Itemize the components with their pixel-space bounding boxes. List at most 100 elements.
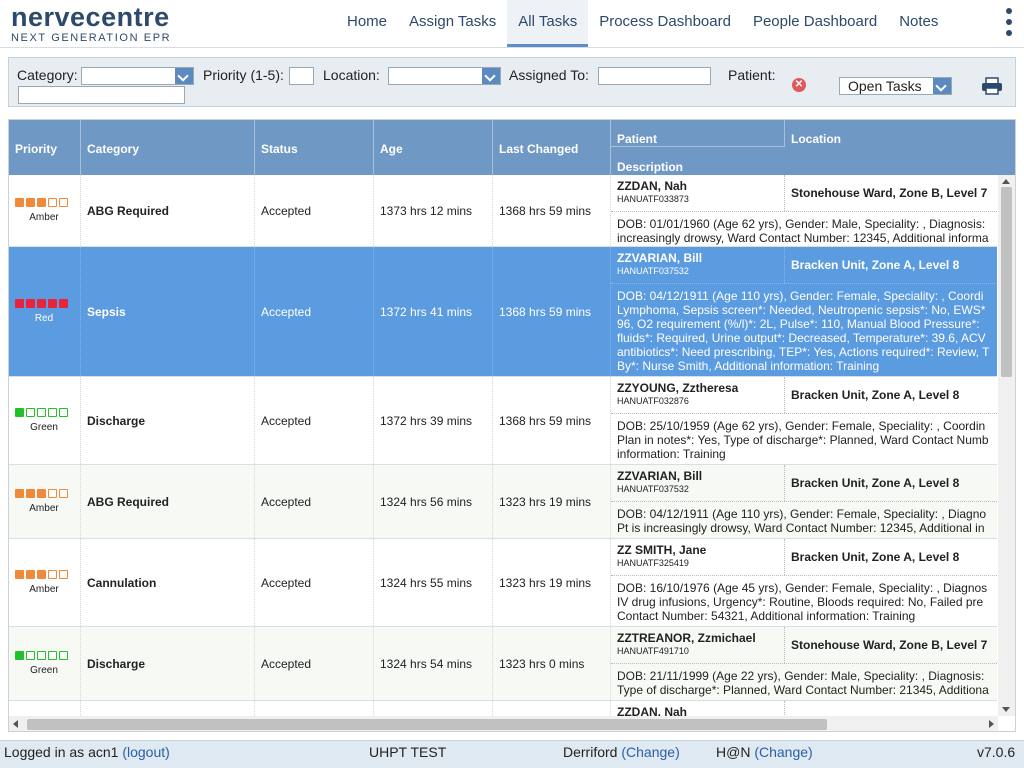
patient-id: HANUATF037532 <box>617 266 689 276</box>
clear-filters-icon[interactable]: ✕ <box>792 78 806 92</box>
priority-label: Green <box>30 422 58 433</box>
priority-square <box>37 408 46 417</box>
location-text: Bracken Unit, Zone A, Level 8 <box>791 388 960 402</box>
col-patient[interactable]: Patient <box>611 120 785 147</box>
priority-square <box>15 299 24 308</box>
assigned-to-input[interactable] <box>598 67 711 85</box>
table-row[interactable]: Amber ABG Required Accepted 1324 hrs 56 min… <box>9 465 997 539</box>
description-line: Pt is increasingly drowsy, Ward Contact … <box>617 521 985 535</box>
description-line: information: Training <box>617 447 726 461</box>
priority-square <box>59 408 68 417</box>
description-cell: DOB: 01/01/1960 (Age 62 yrs), Gender: Ma… <box>611 211 997 246</box>
patient-block: ZZDAN, Nah HANUATF033873 Stonehouse Ward, … <box>611 175 997 246</box>
priority-square <box>37 651 46 660</box>
age-cell: 1324 hrs 55 mins <box>374 539 493 626</box>
logo-sub-text: NEXT GENERATION EPR <box>11 32 172 44</box>
last-changed-text: 1368 hrs 59 mins <box>499 204 592 218</box>
status-cell: Accepted <box>255 377 374 464</box>
age-text: 1372 hrs 41 mins <box>380 305 473 319</box>
priority-label: Priority (1-5): <box>203 67 284 83</box>
category-select[interactable] <box>81 67 194 85</box>
patient-input[interactable] <box>18 86 185 104</box>
category-text: ABG Required <box>87 204 170 218</box>
priority-square <box>15 408 24 417</box>
app-header: nervecentre NEXT GENERATION EPR Home Ass… <box>0 0 1024 48</box>
filter-bar: Category: Priority (1-5): Location: Assi… <box>8 57 1016 107</box>
priority-indicator <box>15 299 75 309</box>
last-changed-text: 1368 hrs 59 mins <box>499 305 592 319</box>
category-cell: Discharge <box>81 627 255 700</box>
nav-assign-tasks[interactable]: Assign Tasks <box>398 0 507 47</box>
more-menu-icon[interactable] <box>1002 6 1016 38</box>
priority-indicator <box>15 198 75 208</box>
priority-square <box>59 489 68 498</box>
status-text: Accepted <box>261 657 312 671</box>
priority-square <box>37 570 46 579</box>
nav-notes[interactable]: Notes <box>888 0 949 47</box>
logo-main-text: nervecentre <box>11 2 170 32</box>
patient-name: ZZTREANOR, Zzmichael <box>617 631 756 645</box>
chevron-down-icon <box>175 68 193 84</box>
category-label: Category: <box>17 67 78 83</box>
table-row[interactable]: Green Discharge Accepted 1372 hrs 39 mins 13… <box>9 377 997 465</box>
print-icon[interactable] <box>981 77 1003 95</box>
horizontal-scrollbar[interactable] <box>9 716 998 731</box>
col-description[interactable]: Description <box>611 147 1015 175</box>
nav-all-tasks[interactable]: All Tasks <box>507 0 589 47</box>
priority-input[interactable] <box>289 67 314 85</box>
nav-people-dashboard[interactable]: People Dashboard <box>742 0 888 47</box>
description-line: IV drug infusions, Urgency*: Routine, Bl… <box>617 595 984 609</box>
nav-process-dashboard[interactable]: Process Dashboard <box>588 0 742 47</box>
logout-link[interactable]: (logout) <box>122 744 169 760</box>
age-cell: 1324 hrs 56 mins <box>374 465 493 538</box>
category-cell: Sepsis <box>81 247 255 376</box>
last-changed-text: 1323 hrs 0 mins <box>499 657 585 671</box>
description-line: DOB: 01/01/1960 (Age 62 yrs), Gender: Ma… <box>617 217 986 231</box>
location-select[interactable] <box>388 67 501 85</box>
description-line: Plan in notes*: Yes, Type of discharge*:… <box>617 433 989 447</box>
table-row[interactable]: Amber ABG Required Accepted 1373 hrs 12 min… <box>9 175 997 247</box>
priority-square <box>15 651 24 660</box>
description-cell: DOB: 25/10/1959 (Age 62 yrs), Gender: Fe… <box>611 413 997 464</box>
task-status-select[interactable]: Open Tasks <box>839 77 952 95</box>
col-last-changed[interactable]: Last Changed <box>493 120 611 175</box>
description-line: increasingly drowsy, Ward Contact Number… <box>617 231 989 245</box>
trust-name: UHPT TEST <box>369 744 447 760</box>
priority-square <box>26 198 35 207</box>
col-priority[interactable]: Priority <box>9 120 81 175</box>
category-text: Cannulation <box>87 576 157 590</box>
location-cell: Bracken Unit, Zone A, Level 8 <box>785 465 997 501</box>
col-age[interactable]: Age <box>374 120 493 175</box>
table-header: Priority Category Status Age Last Change… <box>9 120 1015 175</box>
change-mode-link[interactable]: (Change) <box>754 744 812 760</box>
chevron-down-icon <box>933 78 951 94</box>
col-status[interactable]: Status <box>255 120 374 175</box>
patient-cell: ZZYOUNG, Zztheresa HANUATF032876 <box>611 377 785 413</box>
description-cell: DOB: 04/12/1911 (Age 110 yrs), Gender: F… <box>611 283 997 376</box>
patient-id: HANUATF033873 <box>617 194 689 204</box>
location-cell: Stonehouse Ward, Zone B, Level 7 <box>785 175 997 211</box>
change-site-link[interactable]: (Change) <box>621 744 679 760</box>
col-location[interactable]: Location <box>785 120 1015 147</box>
patient-name: ZZ SMITH, Jane <box>617 543 707 557</box>
patient-cell: ZZDAN, Nah HANUATF033873 <box>611 175 785 211</box>
table-row[interactable]: Amber Cannulation Accepted 1324 hrs 55 mins… <box>9 539 997 627</box>
table-row[interactable]: Green Discharge Accepted 1324 hrs 54 mins 13… <box>9 627 997 701</box>
table-row[interactable]: Red Sepsis Accepted 1372 hrs 41 mins 1368 hr… <box>9 247 997 377</box>
last-changed-cell: 1323 hrs 19 mins <box>493 465 611 538</box>
priority-cell: Amber <box>9 539 81 626</box>
priority-square <box>48 408 57 417</box>
col-category[interactable]: Category <box>81 120 255 175</box>
priority-indicator <box>15 489 75 499</box>
category-text: Discharge <box>87 414 146 428</box>
priority-square <box>48 489 57 498</box>
assigned-to-label: Assigned To: <box>509 67 589 83</box>
patient-name: ZZVARIAN, Bill <box>617 469 703 483</box>
logged-in-text: Logged in as acn1 <box>4 744 119 760</box>
last-changed-cell: 1323 hrs 19 mins <box>493 539 611 626</box>
status-text: Accepted <box>261 305 312 319</box>
vertical-scrollbar[interactable] <box>998 175 1015 716</box>
nav-home[interactable]: Home <box>336 0 398 47</box>
status-cell: Accepted <box>255 465 374 538</box>
category-cell: Discharge <box>81 377 255 464</box>
